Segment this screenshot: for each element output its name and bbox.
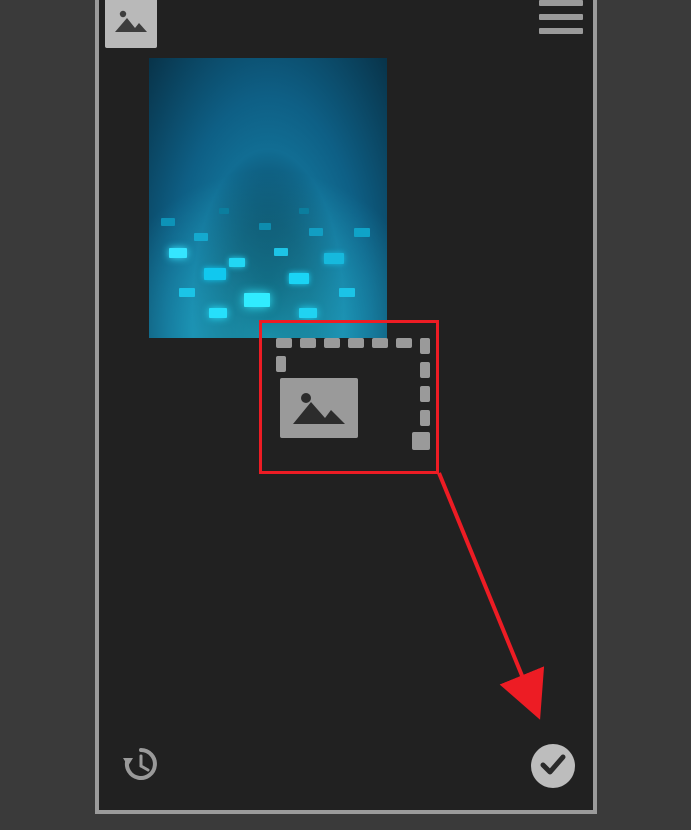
particle	[289, 273, 309, 284]
annotation-arrow	[434, 465, 644, 735]
history-button[interactable]	[117, 744, 161, 788]
checkmark-icon	[539, 750, 567, 783]
canvas-preview[interactable]	[149, 58, 387, 338]
particle	[229, 258, 245, 267]
particle	[244, 293, 270, 307]
add-image-layer-button[interactable]	[276, 338, 430, 450]
editor-panel	[95, 0, 597, 814]
menu-button[interactable]	[539, 0, 583, 34]
particle	[259, 223, 271, 230]
particle	[274, 248, 288, 256]
resize-handle[interactable]	[412, 432, 430, 450]
particle	[324, 253, 344, 264]
particle	[194, 233, 208, 241]
particle	[219, 208, 229, 214]
image-library-button[interactable]	[105, 0, 157, 48]
particle	[299, 308, 317, 318]
confirm-button[interactable]	[531, 744, 575, 788]
particle	[309, 228, 323, 236]
particle	[161, 218, 175, 226]
particle	[354, 228, 370, 237]
image-icon	[113, 6, 149, 39]
particle	[169, 248, 187, 258]
particle	[204, 268, 226, 280]
image-layer-thumbnail	[280, 378, 358, 438]
top-bar	[99, 0, 593, 54]
image-icon	[291, 386, 347, 431]
particle	[209, 308, 227, 318]
particle	[339, 288, 355, 297]
particle	[299, 208, 309, 214]
history-icon	[119, 744, 159, 789]
footer-bar	[99, 740, 593, 810]
particle	[179, 288, 195, 297]
